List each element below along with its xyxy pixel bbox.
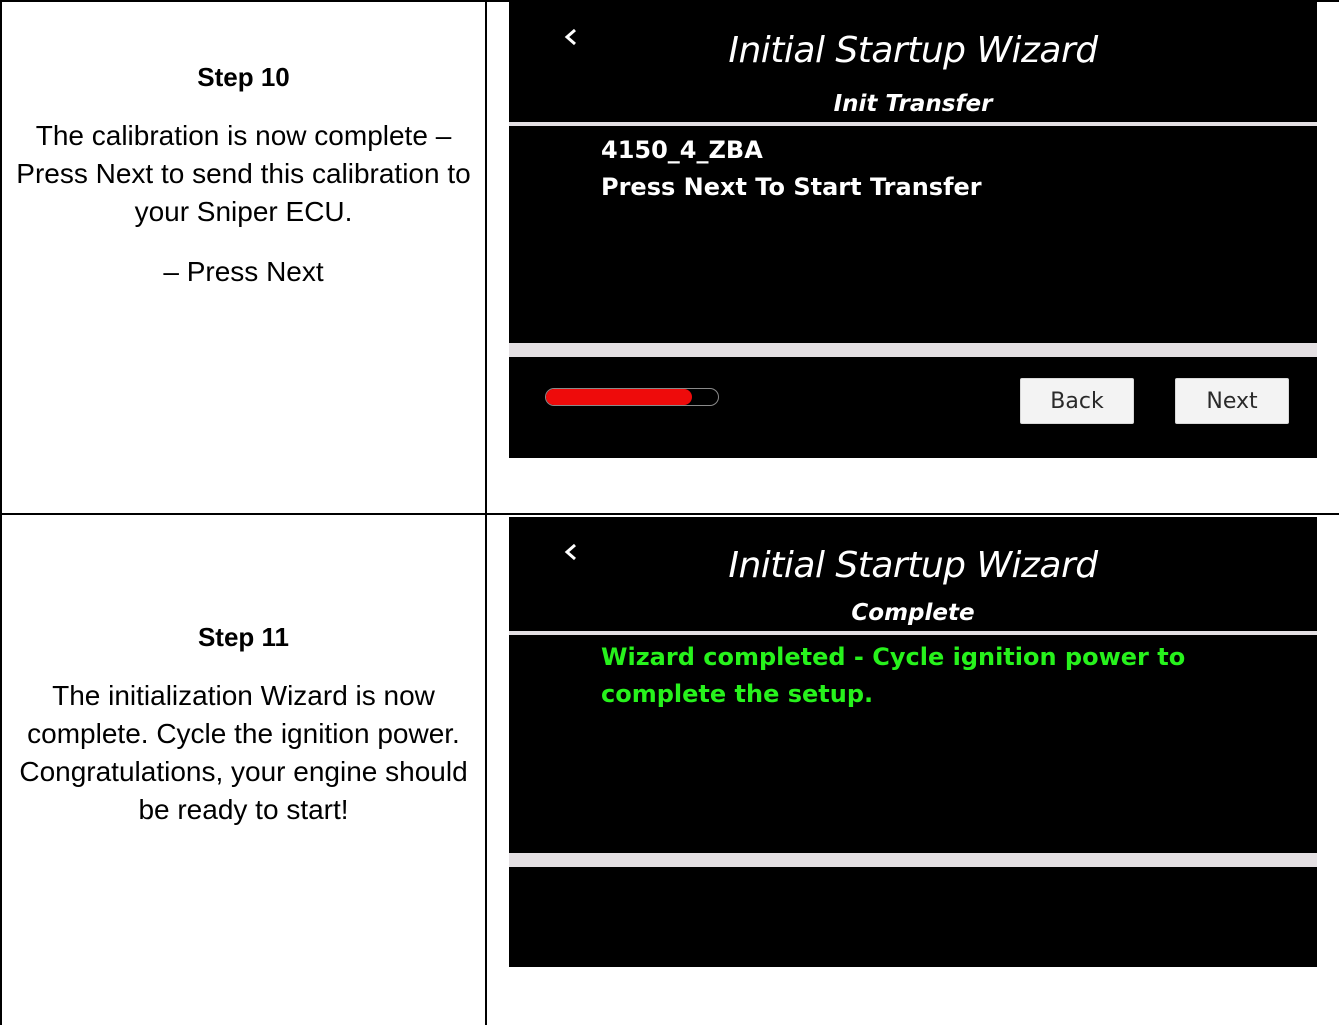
instruction-line: Press Next To Start Transfer <box>601 173 982 201</box>
step-description: The calibration is now complete – Press … <box>16 120 471 227</box>
separator <box>509 122 1317 126</box>
completion-line: complete the setup. <box>601 680 874 708</box>
step-description: The initialization Wizard is now complet… <box>19 680 468 825</box>
separator <box>509 853 1317 867</box>
completion-message: Wizard completed - Cycle ignition power … <box>601 639 1185 713</box>
step-title: Step 11 <box>197 622 290 652</box>
completion-line: Wizard completed - Cycle ignition power … <box>601 643 1186 671</box>
table-row-divider <box>0 513 1339 515</box>
wizard-subtitle: Init Transfer <box>833 91 993 117</box>
next-button[interactable]: Next <box>1175 378 1289 424</box>
calibration-name: 4150_4_ZBA <box>601 136 763 164</box>
step-title: Step 10 <box>197 62 290 92</box>
progress-fill <box>546 389 693 405</box>
wizard-title: Initial Startup Wizard <box>728 545 1098 586</box>
wizard-title: Initial Startup Wizard <box>728 30 1098 71</box>
screen-content: 4150_4_ZBA Press Next To Start Transfer <box>601 132 982 206</box>
separator <box>509 631 1317 635</box>
device-screen-complete: Initial Startup Wizard Complete Wizard c… <box>509 517 1317 967</box>
separator <box>509 343 1317 357</box>
step-10-cell: Step 10 The calibration is now complete … <box>2 62 485 291</box>
device-screen-init-transfer: Initial Startup Wizard Init Transfer 415… <box>509 2 1317 458</box>
progress-bar <box>545 388 719 406</box>
step-instruction: – Press Next <box>163 256 324 287</box>
step-11-cell: Step 11 The initialization Wizard is now… <box>2 622 485 829</box>
wizard-subtitle: Complete <box>851 600 975 626</box>
back-button[interactable]: Back <box>1020 378 1134 424</box>
